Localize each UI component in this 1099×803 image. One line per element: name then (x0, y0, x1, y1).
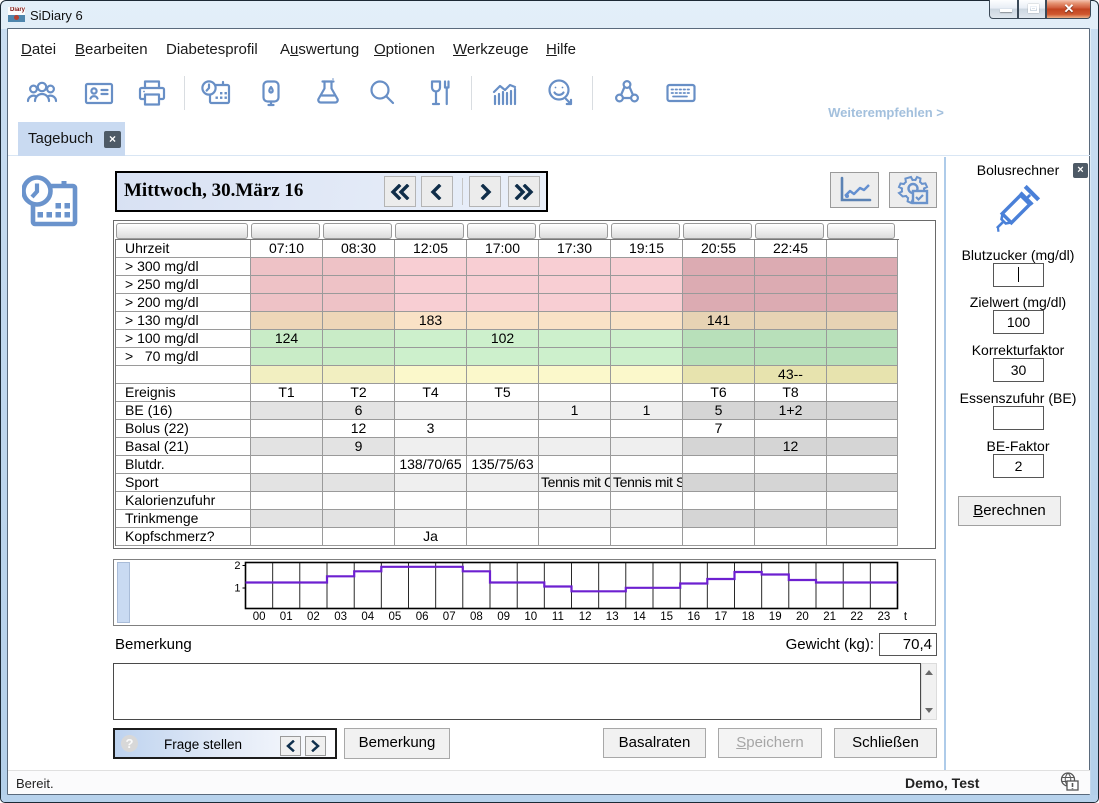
svg-text:t: t (904, 611, 908, 623)
svg-text:17: 17 (715, 611, 728, 623)
svg-text:21: 21 (823, 611, 836, 623)
svg-text:12: 12 (579, 611, 592, 623)
svg-text:11: 11 (552, 611, 564, 623)
svg-text:00: 00 (253, 611, 266, 623)
svg-text:07: 07 (443, 611, 456, 623)
svg-text:04: 04 (361, 611, 374, 623)
svg-text:02: 02 (307, 611, 320, 623)
svg-text:14: 14 (633, 611, 646, 623)
svg-text:18: 18 (742, 611, 755, 623)
svg-text:2: 2 (234, 560, 240, 572)
svg-text:23: 23 (878, 611, 891, 623)
svg-text:06: 06 (416, 611, 429, 623)
svg-text:19: 19 (769, 611, 782, 623)
svg-text:03: 03 (334, 611, 347, 623)
svg-text:08: 08 (470, 611, 483, 623)
svg-text:01: 01 (280, 611, 293, 623)
svg-text:15: 15 (660, 611, 673, 623)
svg-text:10: 10 (524, 611, 537, 623)
svg-text:09: 09 (497, 611, 510, 623)
svg-text:05: 05 (389, 611, 402, 623)
svg-text:13: 13 (606, 611, 619, 623)
svg-text:1: 1 (234, 583, 240, 595)
svg-text:22: 22 (850, 611, 863, 623)
svg-text:20: 20 (796, 611, 809, 623)
svg-text:16: 16 (687, 611, 700, 623)
